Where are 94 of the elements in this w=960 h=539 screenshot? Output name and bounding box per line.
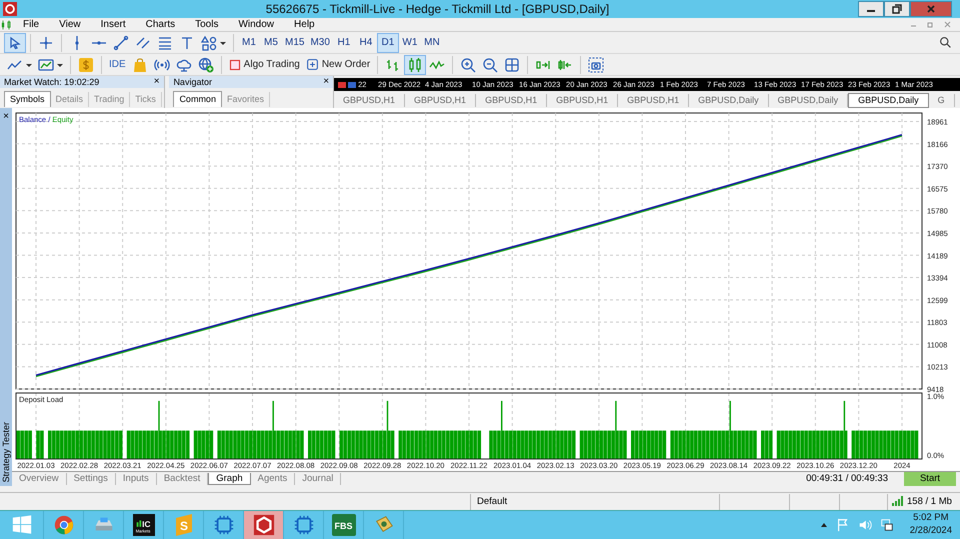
logo-text: FBS [334,521,352,531]
menu-item[interactable]: Tools [186,18,228,30]
tester-tab[interactable]: Settings [66,473,116,485]
panel-title: Market Watch: 19:02:29 [4,76,100,88]
timeframe-button[interactable]: MN [420,32,443,52]
candlestick-button[interactable] [404,54,426,74]
timeframe-button[interactable]: M5 [260,32,282,52]
tester-tab[interactable]: Agents [250,473,296,485]
menu-item[interactable]: View [50,18,90,30]
caret-icon [26,62,32,68]
panel-close-button[interactable]: × [323,77,330,87]
minimize-button[interactable] [858,1,884,17]
chart-tab[interactable]: GBPUSD,H1 [405,94,476,107]
menu-item[interactable]: Insert [92,18,135,30]
shopping-bag-icon [132,56,148,72]
tester-close-button[interactable]: × [3,112,9,122]
channel-icon [135,34,151,50]
close-button[interactable] [910,1,952,17]
text-tool-icon [179,34,195,50]
panel-title: Navigator [173,76,212,88]
browser-icon [52,514,74,536]
chip-icon [212,514,234,536]
crosshair-icon [38,34,54,50]
flag-markers-icon [338,81,356,89]
horizontal-line-icon [91,40,107,46]
app-logo-icon [3,2,17,16]
close-icon [926,4,936,14]
chart-tab[interactable]: GBPUSD,H1 [618,94,690,107]
timeframe-button[interactable]: M15 [282,32,308,52]
dollar-icon [78,56,94,72]
clock-date: 2/28/2024 [910,525,952,538]
zoom-out-icon [482,56,498,72]
chart-tab[interactable]: GBPUSD,Daily [689,94,769,107]
timeframe-button[interactable]: W1 [398,32,421,52]
menu-item[interactable]: Help [285,18,324,30]
grid-icon [504,56,520,72]
stop-icon [228,58,241,70]
tester-tab[interactable]: Journal [295,473,342,485]
camera-icon [588,56,604,72]
ide-button[interactable]: IDE [106,54,129,74]
algo-trading-button[interactable]: Algo Trading [226,54,303,74]
panel-close-button[interactable]: × [154,77,160,87]
timeframe-button[interactable]: H1 [332,32,355,52]
tray-expand-icon[interactable] [820,521,828,529]
cloud-icon [176,56,192,72]
fibonacci-lines-icon [157,34,173,50]
network-icon[interactable] [880,518,894,532]
panel-tab[interactable]: Symbols [4,91,51,107]
timeframe-button[interactable]: D1 [376,32,399,52]
tester-tab[interactable]: Graph [208,472,251,486]
globe-plus-icon [198,56,214,72]
restore-icon [892,4,902,14]
window-title: 55626675 - Tickmill-Live - Hedge - Tickmill Ltd - [GBPUSD,Daily] [264,2,610,16]
clock-time: 5:02 PM [912,512,950,525]
caret-icon [57,62,63,68]
chart-tab[interactable]: GBPUSD,Daily [848,93,929,108]
traffic-text: 158 / 1 Mb [907,496,952,508]
chart-tab[interactable]: GBPUSD,H1 [476,94,548,107]
timeframe-button[interactable]: M30 [307,32,333,52]
elapsed-time: 00:49:31 / 00:49:33 [806,473,888,485]
start-button[interactable]: Start [904,472,956,486]
chart-template-icon [38,56,54,72]
caret-icon [220,40,226,46]
plus-icon [306,58,319,71]
panel-tab[interactable]: Common [173,91,222,107]
zoom-in-icon [460,56,476,72]
panel-title: Strategy Tester [0,422,12,482]
shapes-icon [201,34,217,50]
timeframe-button[interactable]: M1 [238,32,260,52]
windows-logo-icon [10,514,32,536]
tester-tab[interactable]: Inputs [116,473,157,485]
logo-text: IC [142,520,150,529]
hexagon-logo-icon [252,514,274,536]
search-icon[interactable] [939,36,952,49]
chart-tab[interactable]: G [928,94,955,107]
chart-tab[interactable]: GBPUSD,H1 [334,94,406,107]
signal-bars-icon [892,496,903,506]
menu-item[interactable]: Window [229,18,284,30]
chart-logo-icon [0,18,12,30]
taskbar-app[interactable]: FBS [324,511,364,539]
trend-line-icon [113,34,129,50]
menu-item[interactable]: File [14,18,48,30]
menu-item[interactable]: Charts [136,18,184,30]
restore-button[interactable] [884,1,910,17]
chip-icon [292,514,314,536]
taskbar-app[interactable] [244,511,284,539]
logo-text: S [180,519,188,533]
cursor-button[interactable] [4,32,26,52]
new-order-button[interactable]: New Order [302,54,374,74]
signal-waves-icon [154,56,170,72]
tester-tab[interactable]: Overview [12,473,67,485]
timeframe-button[interactable]: H4 [354,32,377,52]
candlestick-icon [407,56,424,72]
chart-tab[interactable]: GBPUSD,H1 [547,94,618,107]
